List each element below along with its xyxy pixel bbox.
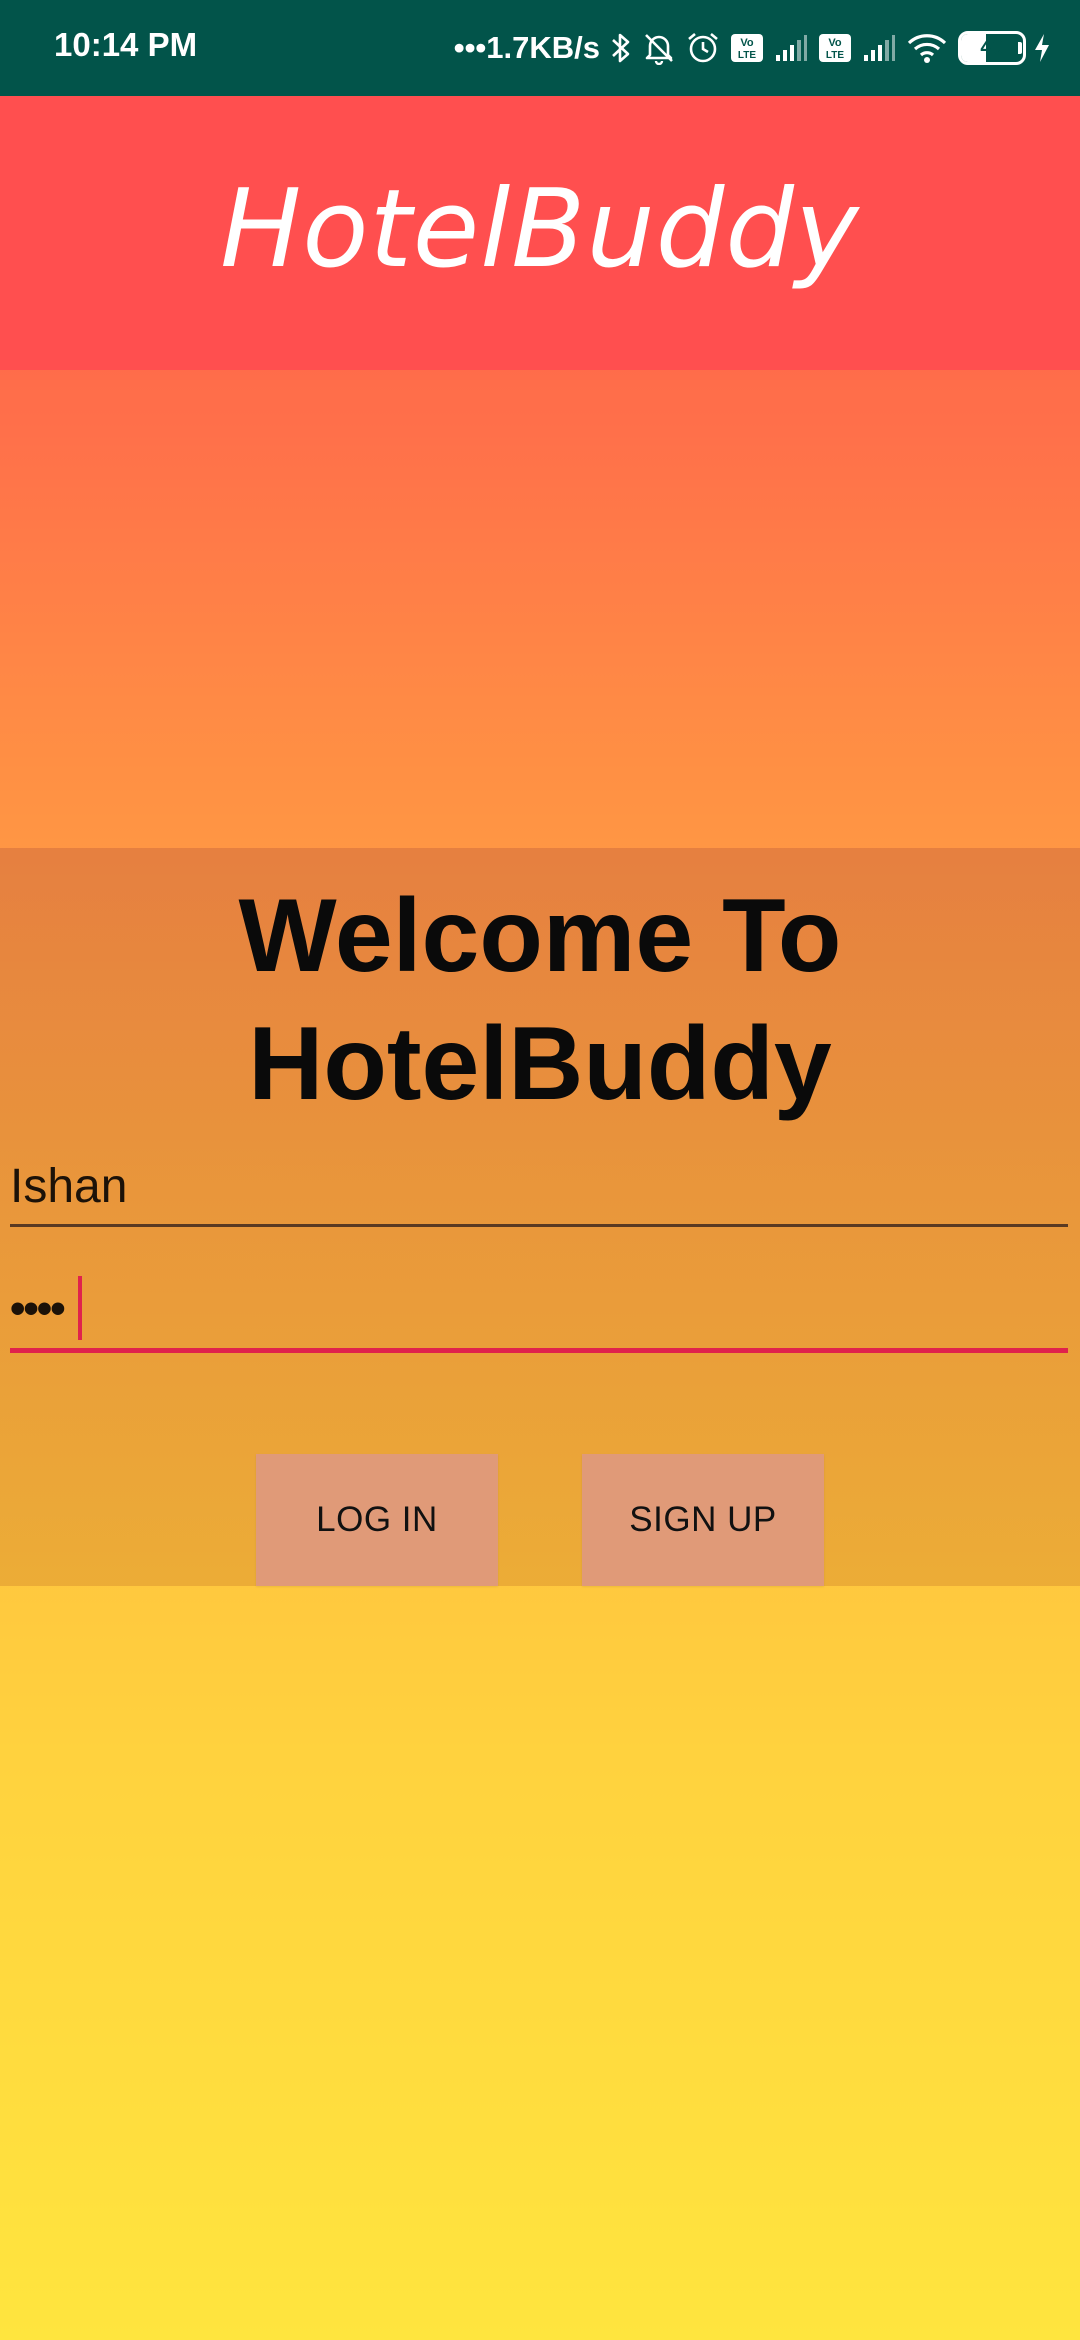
- charging-icon: [1032, 32, 1052, 64]
- password-field[interactable]: ••••: [10, 1272, 1068, 1353]
- svg-text:LTE: LTE: [826, 50, 844, 61]
- username-field[interactable]: Ishan: [10, 1150, 1068, 1227]
- battery-icon: 40: [958, 31, 1026, 65]
- alarm-icon: [686, 31, 720, 65]
- status-time: 10:14 PM: [54, 26, 198, 63]
- status-icons: •••1.7KB/s Vo LTE Vo LTE 40: [454, 22, 1052, 74]
- password-value: ••••: [10, 1284, 66, 1333]
- volte-icon: Vo LTE: [730, 33, 764, 63]
- battery-level: 40: [980, 36, 1004, 59]
- login-screen: 10:14 PM •••1.7KB/s Vo LTE Vo LTE 40 Hot…: [0, 0, 1080, 2340]
- bluetooth-icon: [610, 31, 632, 65]
- svg-text:LTE: LTE: [738, 50, 756, 61]
- welcome-heading: Welcome To HotelBuddy: [0, 872, 1080, 1128]
- mute-bell-icon: [642, 31, 676, 65]
- signal-icon: [774, 33, 808, 63]
- network-speed: •••1.7KB/s: [453, 30, 600, 65]
- volte-icon-2: Vo LTE: [818, 33, 852, 63]
- status-bar: 10:14 PM •••1.7KB/s Vo LTE Vo LTE 40: [0, 0, 1080, 96]
- username-value: Ishan: [10, 1160, 128, 1213]
- svg-text:Vo: Vo: [740, 37, 754, 49]
- welcome-line-1: Welcome To: [238, 878, 842, 994]
- login-panel: Welcome To HotelBuddy Ishan •••• LOG IN …: [0, 848, 1080, 1586]
- app-title: HotelBuddy: [220, 166, 860, 292]
- app-bar: HotelBuddy: [0, 96, 1080, 370]
- welcome-line-2: HotelBuddy: [248, 1006, 832, 1122]
- svg-text:Vo: Vo: [828, 37, 842, 49]
- wifi-icon: [906, 32, 948, 64]
- text-cursor: [78, 1276, 82, 1340]
- signal-icon-2: [862, 33, 896, 63]
- login-button[interactable]: LOG IN: [256, 1454, 498, 1586]
- signup-button[interactable]: SIGN UP: [582, 1454, 824, 1586]
